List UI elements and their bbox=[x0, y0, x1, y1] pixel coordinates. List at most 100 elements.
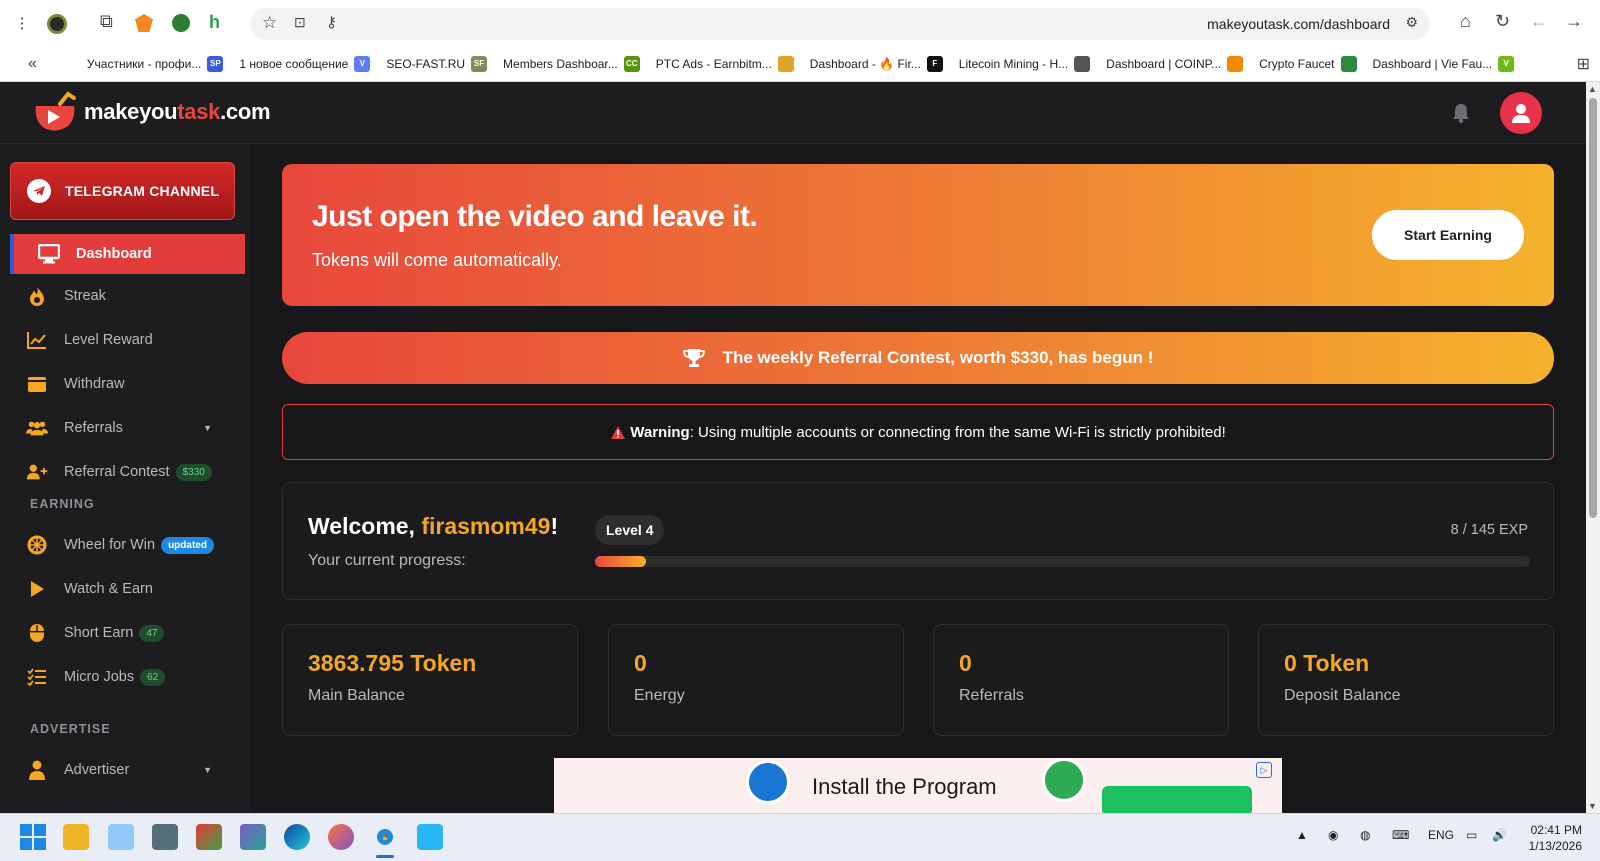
sidebar-item-micro-jobs[interactable]: Micro Jobs 62 bbox=[0, 657, 250, 697]
stat-value: 0 bbox=[634, 650, 647, 676]
sidebar-item-label: Dashboard bbox=[76, 246, 152, 262]
sidebar-item-withdraw[interactable]: Withdraw bbox=[0, 364, 250, 404]
list-check-icon bbox=[26, 666, 48, 688]
warning-alert: Warning: Using multiple accounts or conn… bbox=[282, 404, 1554, 460]
extension-globe-icon[interactable] bbox=[172, 14, 190, 32]
bookmark-label: Crypto Faucet bbox=[1259, 56, 1335, 71]
extensions-puzzle-icon[interactable]: ⧉ bbox=[100, 11, 113, 32]
sidebar-item-referrals[interactable]: Referrals ▼ bbox=[0, 408, 250, 448]
network-icon[interactable]: ▭ bbox=[1466, 828, 1477, 842]
file-explorer-icon[interactable] bbox=[152, 824, 178, 850]
sidebar-item-label: Short Earn bbox=[64, 625, 134, 641]
sidebar-item-referral-contest[interactable]: Referral Contest $330 bbox=[0, 452, 250, 492]
app-puzzle-icon[interactable] bbox=[240, 824, 266, 850]
site-settings-icon[interactable]: ⚙ bbox=[1405, 14, 1418, 31]
stat-card-energy: 0 Energy bbox=[608, 624, 904, 736]
ad-cta-button[interactable] bbox=[1102, 786, 1252, 813]
apps-grid-icon[interactable]: ⊞ bbox=[1577, 54, 1590, 74]
edge-browser-icon[interactable] bbox=[284, 824, 310, 850]
sidebar-item-short-earn[interactable]: Short Earn 47 bbox=[0, 613, 250, 653]
stat-label: Main Balance bbox=[308, 687, 405, 704]
keyboard-icon[interactable]: ⌨ bbox=[1392, 828, 1409, 842]
back-arrow-icon[interactable]: ← bbox=[1530, 11, 1548, 32]
browser-toolbar: ⋮ ⧉ h ☆ ⊡ ⚷ makeyoutask.com/dashboard ⚙ … bbox=[0, 0, 1600, 46]
telegram-channel-button[interactable]: TELEGRAM CHANNEL bbox=[10, 162, 235, 220]
app-colorful-icon[interactable] bbox=[196, 824, 222, 850]
tray-arrow-icon[interactable]: ▲ bbox=[1296, 828, 1308, 842]
address-bar[interactable]: ☆ ⊡ ⚷ makeyoutask.com/dashboard ⚙ bbox=[250, 8, 1430, 40]
bookmark-label: Litecoin Mining - H... bbox=[958, 56, 1069, 71]
wallet-icon bbox=[26, 373, 48, 395]
menu-kebab-icon[interactable]: ⋮ bbox=[8, 9, 36, 37]
telegram-icon bbox=[27, 179, 51, 203]
system-clock[interactable]: 02:41 PM 1/13/2026 bbox=[1529, 822, 1582, 854]
logo-play-icon bbox=[35, 91, 76, 131]
stat-label: Deposit Balance bbox=[1284, 687, 1401, 704]
start-earning-button[interactable]: Start Earning bbox=[1372, 210, 1524, 260]
home-icon[interactable]: ⌂ bbox=[1460, 11, 1471, 32]
welcome-card: Welcome, firasmom49! Your current progre… bbox=[282, 482, 1554, 600]
bookmark-star-icon[interactable]: ☆ bbox=[262, 13, 277, 33]
contest-banner-text: The weekly Referral Contest, worth $330,… bbox=[722, 348, 1154, 367]
contest-prize-badge: $330 bbox=[175, 463, 212, 481]
notepad-icon[interactable] bbox=[108, 824, 134, 850]
chrome-icon[interactable] bbox=[372, 824, 398, 850]
bookmark-item[interactable]: Members Dashboar... CC bbox=[503, 55, 640, 72]
bookmark-item[interactable]: 1 новое сообщение V bbox=[239, 55, 371, 72]
notes-app-icon[interactable] bbox=[417, 824, 443, 850]
bookmark-item[interactable]: Dashboard | Vie Fau... V bbox=[1373, 55, 1515, 72]
translate-icon[interactable]: ⊡ bbox=[294, 14, 306, 31]
bookmark-item[interactable]: Litecoin Mining - H... bbox=[958, 55, 1091, 72]
forward-arrow-icon[interactable]: → bbox=[1565, 11, 1583, 32]
trophy-icon bbox=[682, 349, 705, 367]
user-avatar[interactable] bbox=[1500, 92, 1542, 134]
bookmark-favicon-icon: SP bbox=[207, 55, 224, 72]
volume-icon[interactable]: 🔊 bbox=[1492, 828, 1507, 842]
bookmark-item[interactable]: SEO-FAST.RU SF bbox=[386, 55, 488, 72]
extension-h-icon[interactable]: h bbox=[209, 12, 220, 33]
url-text[interactable]: makeyoutask.com/dashboard bbox=[1207, 16, 1390, 32]
reload-icon[interactable]: ↻ bbox=[1495, 11, 1510, 32]
stat-value: 3863.795 Token bbox=[308, 650, 477, 676]
extension-metamask-icon[interactable] bbox=[135, 14, 153, 32]
bookmark-favicon-icon bbox=[777, 55, 794, 72]
store-icon[interactable] bbox=[63, 824, 89, 850]
sidebar-item-watch-earn[interactable]: Watch & Earn bbox=[0, 569, 250, 609]
extension-ninja-icon[interactable] bbox=[47, 14, 67, 34]
bookmark-label: Участники - профи... bbox=[86, 56, 202, 71]
sidebar-item-label: Withdraw bbox=[64, 376, 125, 392]
windows-start-icon[interactable] bbox=[20, 824, 46, 850]
scrollbar-thumb[interactable] bbox=[1589, 98, 1597, 518]
language-indicator[interactable]: ENG bbox=[1428, 828, 1454, 842]
page-scrollbar[interactable]: ▲ ▼ bbox=[1586, 82, 1600, 813]
sidebar-item-dashboard[interactable]: Dashboard bbox=[10, 234, 245, 274]
sidebar-item-label: Wheel for Win bbox=[64, 537, 156, 553]
bookmark-label: Members Dashboar... bbox=[503, 56, 618, 71]
bookmark-item[interactable]: PTC Ads - Earnbitm... bbox=[656, 55, 794, 72]
tray-app-icon[interactable]: ◍ bbox=[1360, 828, 1370, 842]
bookmark-item[interactable]: Участники - профи... SP bbox=[86, 55, 224, 72]
exp-counter: 8 / 145 EXP bbox=[1450, 522, 1528, 538]
firefox-icon[interactable] bbox=[328, 824, 354, 850]
password-key-icon[interactable]: ⚷ bbox=[326, 13, 337, 31]
referral-contest-banner[interactable]: The weekly Referral Contest, worth $330,… bbox=[282, 332, 1554, 384]
tray-network-app-icon[interactable]: ◉ bbox=[1328, 828, 1338, 842]
scroll-down-icon[interactable]: ▼ bbox=[1588, 801, 1597, 811]
bookmark-item[interactable]: Dashboard - 🔥 Fir... F bbox=[810, 55, 943, 72]
updated-badge: updated bbox=[161, 536, 214, 554]
sidebar-item-advertiser[interactable]: Advertiser ▼ bbox=[0, 750, 250, 790]
sidebar-item-wheel-for-win[interactable]: Wheel for Win updated bbox=[0, 525, 250, 565]
ad-choices-icon[interactable]: ▷ bbox=[1256, 762, 1272, 778]
bookmarks-collapse-icon[interactable]: « bbox=[28, 55, 37, 73]
sidebar-item-label: Watch & Earn bbox=[64, 581, 153, 597]
chart-line-icon bbox=[26, 329, 48, 351]
bookmark-item[interactable]: Dashboard | COINP... bbox=[1106, 55, 1244, 72]
bookmark-label: Dashboard | COINP... bbox=[1106, 56, 1222, 71]
site-logo[interactable]: makeyoutask.com bbox=[30, 90, 271, 134]
sidebar-item-level-reward[interactable]: Level Reward bbox=[0, 320, 250, 360]
notification-bell-icon[interactable] bbox=[1451, 102, 1471, 124]
sidebar-item-streak[interactable]: Streak bbox=[0, 276, 250, 316]
bookmark-item[interactable]: Crypto Faucet bbox=[1259, 55, 1357, 72]
scroll-up-icon[interactable]: ▲ bbox=[1588, 84, 1597, 94]
ad-banner[interactable]: Install the Program ▷ bbox=[554, 758, 1282, 813]
